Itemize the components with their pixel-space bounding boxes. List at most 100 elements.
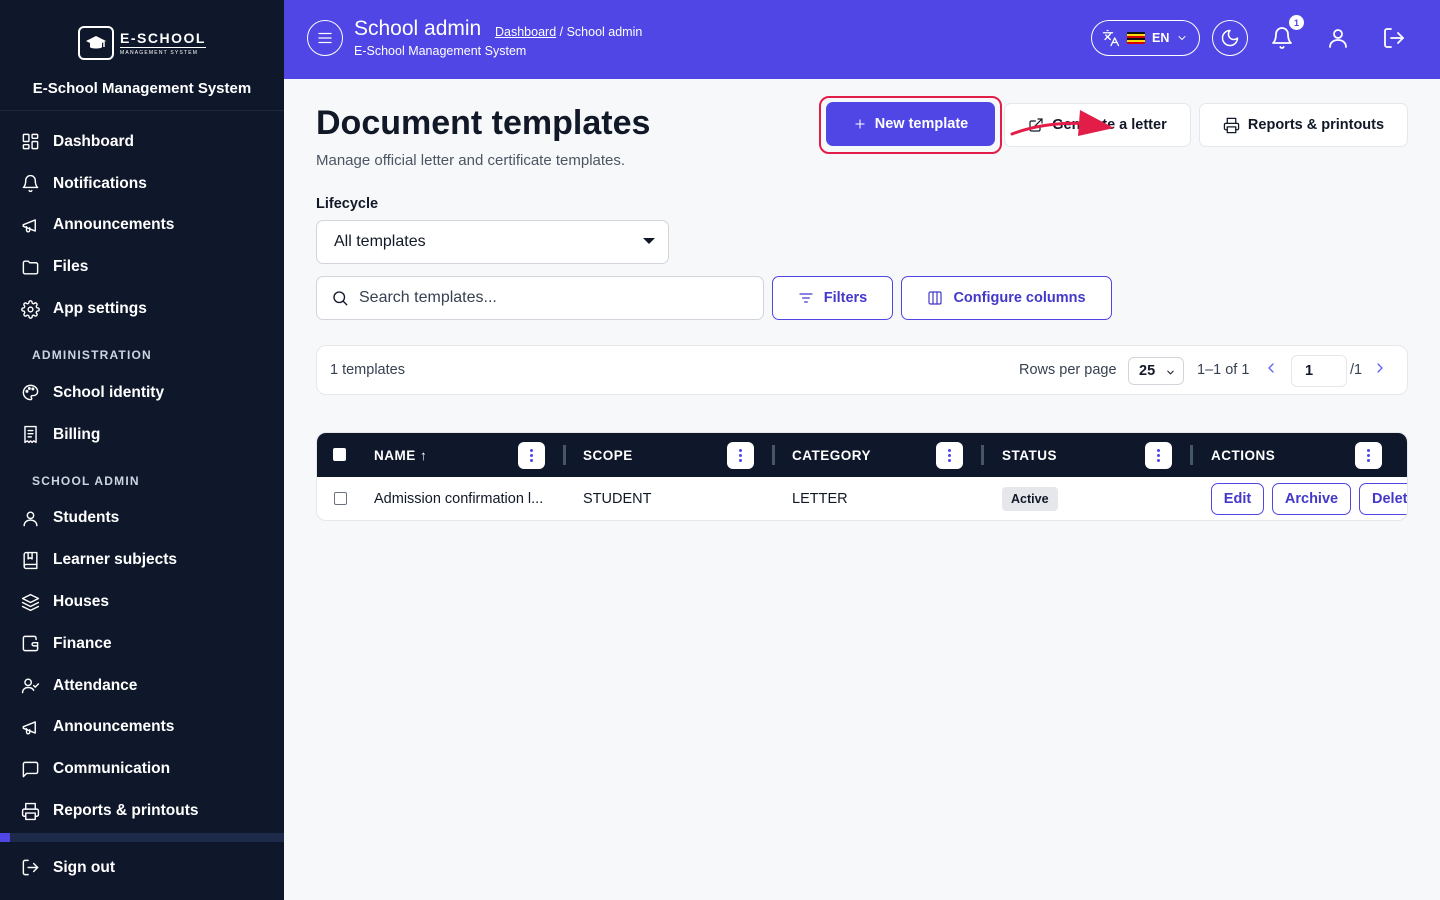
next-page-button[interactable] — [1372, 360, 1388, 380]
logout-button[interactable] — [1382, 26, 1406, 50]
cell-category: LETTER — [792, 491, 848, 507]
palette-icon — [22, 385, 39, 401]
delete-button[interactable]: Delet — [1359, 483, 1407, 515]
new-template-button[interactable]: New template — [826, 102, 995, 146]
sidebar-item-learner-subjects[interactable]: Learner subjects — [0, 539, 284, 581]
column-header-scope[interactable]: SCOPE — [583, 433, 633, 477]
sidebar-item-label: School identity — [53, 383, 165, 401]
generate-letter-button[interactable]: Generate a letter — [1004, 103, 1191, 147]
sidebar-item-label: Announcements — [53, 216, 175, 234]
sign-out-label: Sign out — [53, 858, 115, 876]
total-pages: /1 — [1350, 362, 1363, 378]
sidebar-item-label: Attendance — [53, 676, 138, 694]
sidebar-item-dashboard[interactable]: Dashboard — [0, 121, 284, 163]
column-menu-button[interactable] — [1145, 442, 1172, 469]
moon-icon — [1221, 29, 1239, 47]
megaphone-icon — [22, 721, 36, 735]
sidebar-item-files[interactable]: Files — [0, 246, 284, 288]
sidebar-item-billing[interactable]: Billing — [0, 414, 284, 456]
logo[interactable]: E-SCHOOL MANAGEMENT SYSTEM — [78, 26, 206, 60]
edit-button[interactable]: Edit — [1211, 483, 1264, 515]
sidebar-item-label: Files — [53, 258, 89, 276]
menu-icon — [318, 32, 332, 44]
breadcrumb: Dashboard / School admin — [495, 25, 642, 39]
sidebar-item-label: Notifications — [53, 174, 147, 192]
profile-button[interactable] — [1326, 26, 1350, 50]
sidebar-scroll-indicator[interactable] — [0, 833, 284, 842]
column-resize-handle[interactable] — [1190, 445, 1193, 465]
theme-toggle-button[interactable] — [1212, 20, 1248, 56]
graduation-cap-icon — [78, 26, 115, 60]
book-icon — [23, 551, 38, 569]
page-subtitle: Manage official letter and certificate t… — [316, 152, 626, 169]
column-menu-button[interactable] — [518, 442, 545, 469]
lifecycle-select[interactable]: All templates — [316, 220, 669, 264]
column-header-actions: ACTIONS — [1211, 447, 1276, 463]
brand-title: E-School Management System — [32, 80, 252, 97]
configure-columns-label: Configure columns — [953, 290, 1086, 306]
search-icon — [333, 291, 348, 306]
archive-button[interactable]: Archive — [1272, 483, 1351, 515]
section-administration: ADMINISTRATION — [32, 347, 152, 362]
sidebar: E-SCHOOL MANAGEMENT SYSTEM E-School Mana… — [0, 0, 284, 900]
section-school-admin: SCHOOL ADMIN — [32, 473, 140, 488]
notifications-button[interactable] — [1270, 26, 1294, 50]
wallet-icon — [22, 636, 39, 652]
select-all-checkbox[interactable] — [333, 448, 346, 461]
cell-scope: STUDENT — [583, 491, 652, 507]
reports-printouts-button[interactable]: Reports & printouts — [1199, 103, 1408, 147]
column-header-status[interactable]: STATUS — [1002, 433, 1057, 477]
search-field[interactable] — [316, 276, 764, 320]
sidebar-item-school-announcements[interactable]: Announcements — [0, 707, 284, 749]
sidebar-item-label: Finance — [53, 634, 112, 652]
column-menu-button[interactable] — [727, 442, 754, 469]
column-resize-handle[interactable] — [563, 445, 566, 465]
column-menu-button[interactable] — [936, 442, 963, 469]
bell-icon — [22, 175, 39, 193]
logout-icon — [1384, 28, 1404, 48]
columns-icon — [928, 291, 943, 305]
filters-button[interactable]: Filters — [772, 276, 893, 320]
column-resize-handle[interactable] — [981, 445, 984, 465]
sidebar-item-students[interactable]: Students — [0, 498, 284, 540]
notification-count-badge: 1 — [1289, 15, 1304, 30]
user-icon — [1329, 29, 1347, 48]
page-number-input[interactable]: 1 — [1291, 355, 1347, 387]
sidebar-item-reports[interactable]: Reports & printouts — [0, 790, 284, 832]
sidebar-item-finance[interactable]: Finance — [0, 623, 284, 665]
sidebar-item-communication[interactable]: Communication — [0, 748, 284, 790]
templates-table: NAME ↑ SCOPE CATEGORY STATUS ACTIONS Adm… — [316, 432, 1408, 521]
column-menu-button[interactable] — [1355, 442, 1382, 469]
configure-columns-button[interactable]: Configure columns — [901, 276, 1112, 320]
sidebar-item-school-identity[interactable]: School identity — [0, 372, 284, 414]
sidebar-item-houses[interactable]: Houses — [0, 581, 284, 623]
lifecycle-value: All templates — [334, 233, 426, 250]
uganda-flag-icon — [1127, 32, 1145, 44]
user-check-icon — [21, 678, 40, 694]
menu-toggle-button[interactable] — [307, 20, 343, 56]
column-resize-handle[interactable] — [772, 445, 775, 465]
lifecycle-label: Lifecycle — [316, 196, 379, 212]
sidebar-item-notifications[interactable]: Notifications — [0, 163, 284, 205]
header-subtitle: E-School Management System — [354, 44, 527, 58]
breadcrumb-dashboard-link[interactable]: Dashboard — [495, 25, 556, 39]
column-header-category[interactable]: CATEGORY — [792, 433, 871, 477]
language-selector[interactable]: EN — [1091, 20, 1200, 56]
sidebar-item-label: Students — [53, 509, 120, 527]
printer-icon — [1223, 117, 1240, 133]
page-range: 1–1 of 1 — [1197, 362, 1250, 378]
sign-out-button[interactable]: Sign out — [0, 847, 284, 889]
search-input[interactable] — [359, 289, 739, 307]
sidebar-item-app-settings[interactable]: App settings — [0, 288, 284, 330]
user-icon — [23, 511, 38, 527]
row-checkbox[interactable] — [334, 492, 347, 505]
rows-per-page-select[interactable]: 25 — [1128, 357, 1184, 385]
cell-name[interactable]: Admission confirmation l... — [374, 491, 543, 507]
sidebar-item-announcements[interactable]: Announcements — [0, 205, 284, 247]
column-header-name[interactable]: NAME ↑ — [374, 433, 427, 477]
sidebar-item-attendance[interactable]: Attendance — [0, 665, 284, 707]
sidebar-nav: Dashboard Notifications Announcements Fi… — [0, 111, 284, 832]
filter-icon — [799, 293, 813, 303]
sidebar-item-label: Dashboard — [53, 132, 134, 150]
prev-page-button[interactable] — [1263, 360, 1279, 380]
